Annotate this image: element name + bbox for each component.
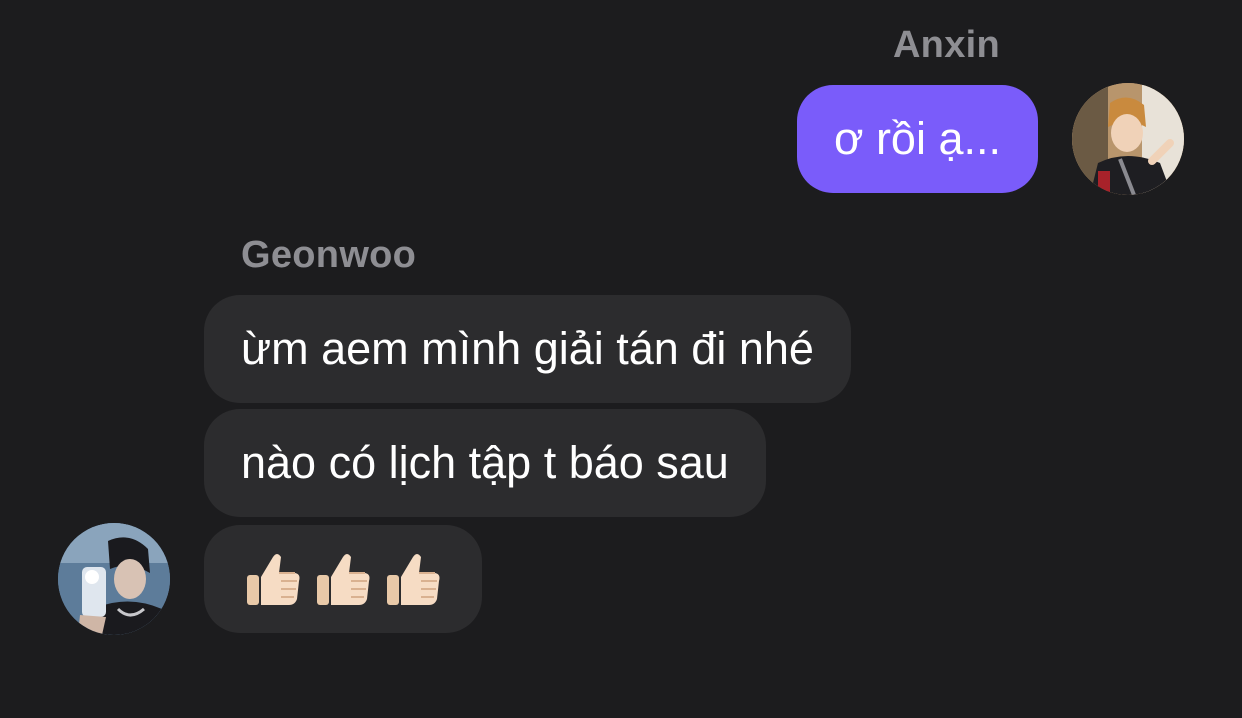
incoming-message-bubble[interactable]: ừm aem mình giải tán đi nhé <box>204 295 851 403</box>
thumbs-up-icon <box>317 554 370 605</box>
thumbs-up-icon <box>247 554 300 605</box>
message-text: nào có lịch tập t báo sau <box>241 437 729 488</box>
message-text: ừm aem mình giải tán đi nhé <box>241 323 814 374</box>
avatar-anxin[interactable] <box>1072 83 1184 195</box>
chat-thread: Anxin ơ rồi ạ... Geonwoo ừm aem mình giả… <box>0 0 1242 718</box>
incoming-emoji-bubble[interactable] <box>204 525 482 633</box>
avatar-geonwoo[interactable] <box>58 523 170 635</box>
sender-name-anxin: Anxin <box>892 24 1000 66</box>
thumbs-up-icon <box>387 554 440 605</box>
message-text: ơ rồi ạ... <box>833 113 1001 164</box>
incoming-message-bubble[interactable]: nào có lịch tập t báo sau <box>204 409 766 517</box>
sender-name-geonwoo: Geonwoo <box>241 234 417 276</box>
outgoing-message-bubble[interactable]: ơ rồi ạ... <box>796 85 1038 193</box>
emoji-row <box>241 547 445 611</box>
